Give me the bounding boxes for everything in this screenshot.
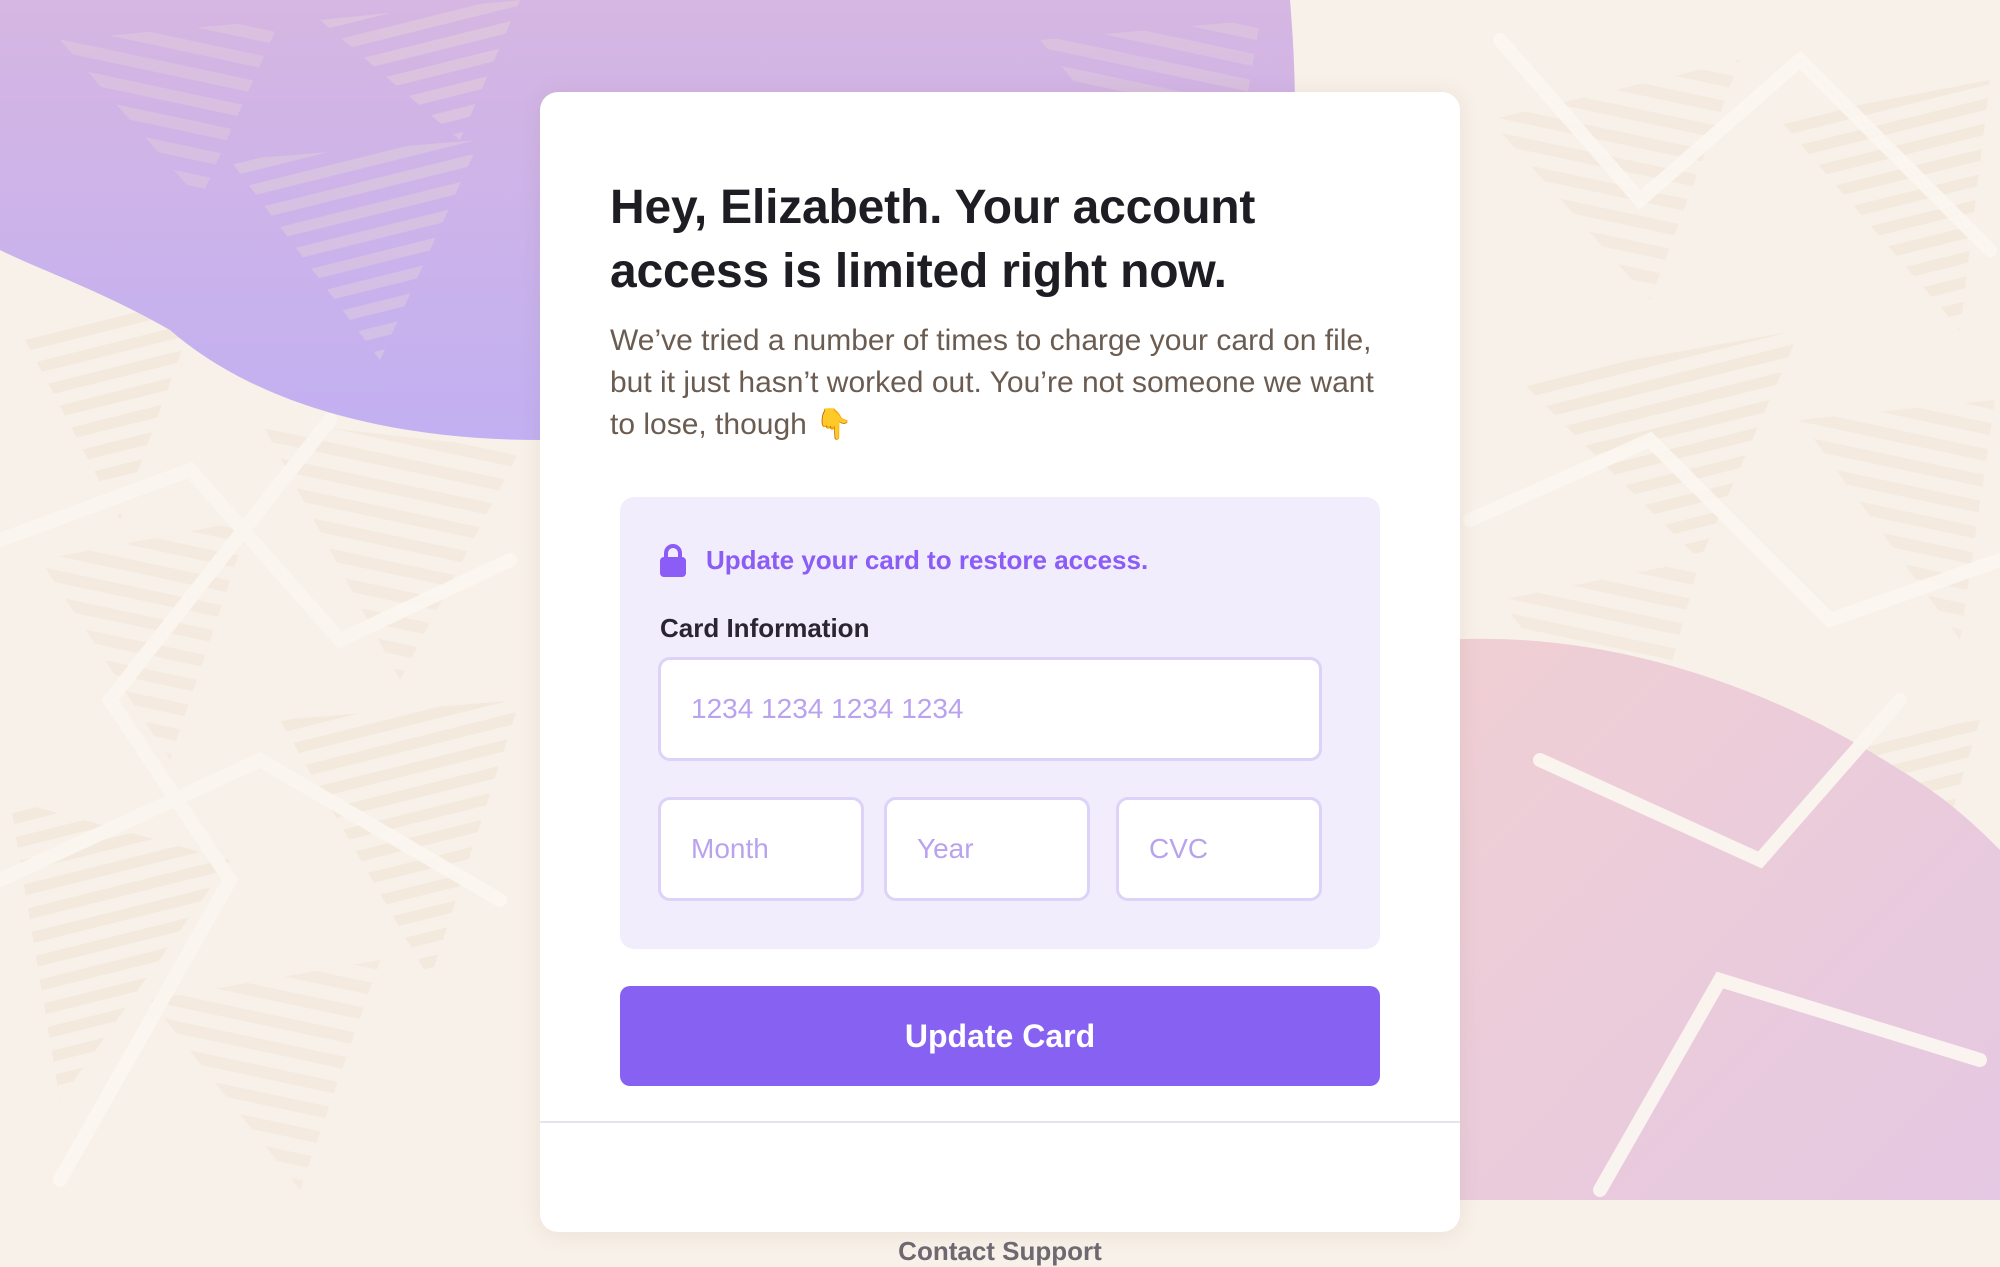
month-input[interactable] (658, 797, 864, 901)
intro-text: We’ve tried a number of times to charge … (610, 324, 1374, 441)
lock-icon (660, 544, 686, 577)
card-number-input[interactable] (658, 657, 1322, 761)
card-update-panel: Update your card to restore access. Card… (620, 497, 1380, 949)
update-card-button[interactable]: Update Card (620, 986, 1380, 1086)
cvc-input[interactable] (1116, 797, 1322, 901)
restore-access-notice: Update your card to restore access. (658, 543, 1148, 577)
notice-text: Update your card to restore access. (706, 544, 1149, 575)
bottom-blob (1440, 638, 2000, 1200)
card-information-label: Card Information (660, 613, 870, 643)
account-limited-card: Hey, Elizabeth. Your account access is l… (540, 92, 1460, 1266)
contact-support-link[interactable]: Contact Support (540, 1236, 1460, 1267)
divider (540, 1121, 1460, 1123)
year-input[interactable] (884, 797, 1090, 901)
page-title: Hey, Elizabeth. Your account access is l… (610, 181, 1256, 298)
